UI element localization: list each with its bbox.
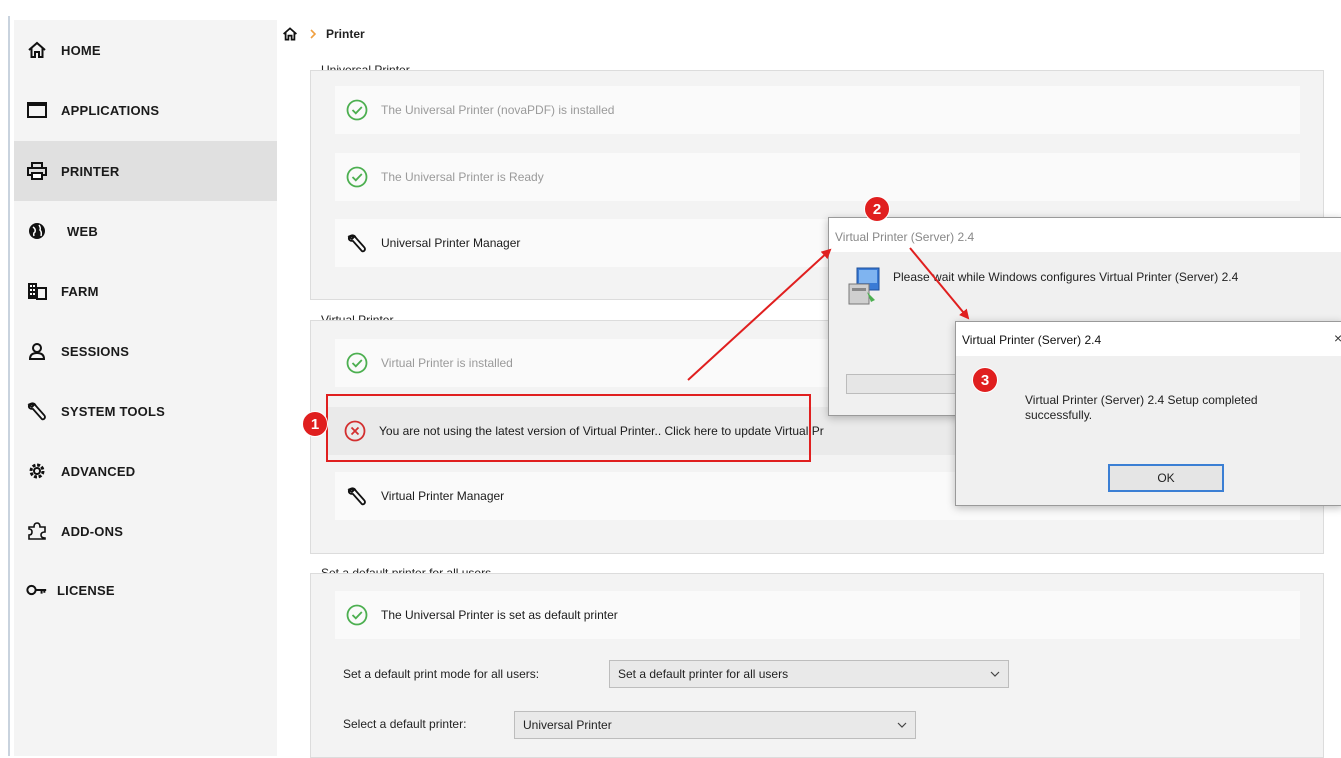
annotation-arrows	[687, 247, 970, 381]
step-badge-3: 3	[972, 367, 998, 393]
step-badge-2: 2	[864, 196, 890, 222]
step-badge-1: 1	[302, 411, 328, 437]
arrow-1-to-2	[687, 248, 832, 381]
arrow-2-to-3	[909, 247, 970, 320]
